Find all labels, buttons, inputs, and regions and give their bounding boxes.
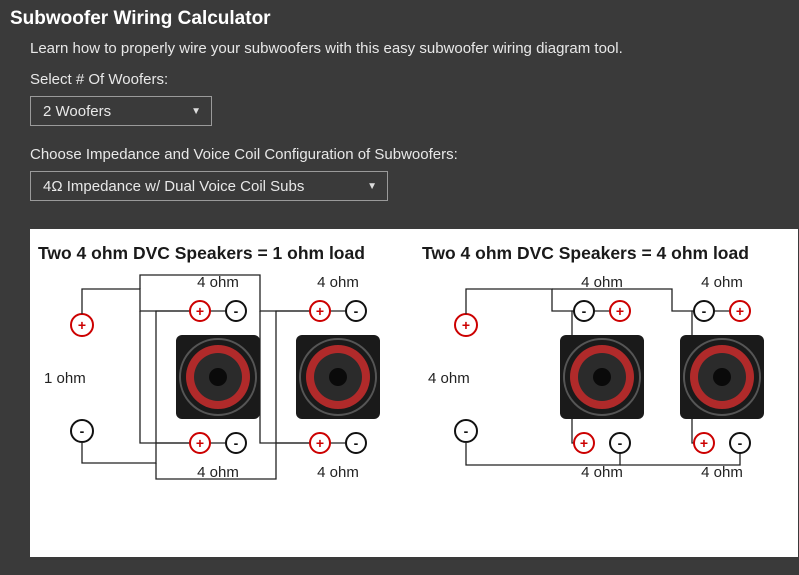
svg-text:+: +	[580, 435, 588, 451]
chevron-down-icon: ▼	[191, 106, 201, 117]
load-label: 1 ohm	[44, 370, 86, 387]
diagram-1ohm-title: Two 4 ohm DVC Speakers = 1 ohm load	[38, 243, 402, 264]
svg-text:-: -	[582, 303, 587, 319]
svg-text:+: +	[616, 303, 624, 319]
svg-text:+: +	[462, 317, 470, 333]
impedance-label: Choose Impedance and Voice Coil Configur…	[30, 146, 799, 163]
svg-text:+: +	[196, 435, 204, 451]
diagram-4ohm-title: Two 4 ohm DVC Speakers = 4 ohm load	[422, 243, 786, 264]
svg-text:4 ohm: 4 ohm	[317, 464, 359, 481]
svg-text:+: +	[736, 303, 744, 319]
impedance-select[interactable]: 4Ω Impedance w/ Dual Voice Coil Subs ▼	[30, 171, 388, 201]
intro-text: Learn how to properly wire your subwoofe…	[30, 40, 799, 57]
svg-text:+: +	[316, 303, 324, 319]
svg-text:+: +	[316, 435, 324, 451]
svg-text:+: +	[196, 303, 204, 319]
svg-text:-: -	[618, 435, 623, 451]
svg-text:4 ohm: 4 ohm	[317, 274, 359, 291]
woofer-count-select[interactable]: 2 Woofers ▼	[30, 96, 212, 126]
wiring-diagram: Two 4 ohm DVC Speakers = 1 ohm load + - …	[30, 229, 798, 557]
diagram-1ohm: Two 4 ohm DVC Speakers = 1 ohm load + - …	[38, 243, 402, 483]
diagram-4ohm: Two 4 ohm DVC Speakers = 4 ohm load + - …	[422, 243, 786, 483]
svg-text:+: +	[78, 317, 86, 333]
svg-text:-: -	[80, 423, 85, 439]
page-title: Subwoofer Wiring Calculator	[10, 8, 789, 30]
load-label: 4 ohm	[428, 370, 470, 387]
svg-text:+: +	[700, 435, 708, 451]
woofer-count-value: 2 Woofers	[43, 103, 111, 120]
svg-text:-: -	[234, 303, 239, 319]
svg-text:4 ohm: 4 ohm	[701, 274, 743, 291]
svg-text:4 ohm: 4 ohm	[581, 464, 623, 481]
svg-text:4 ohm: 4 ohm	[701, 464, 743, 481]
svg-text:-: -	[354, 435, 359, 451]
svg-text:4 ohm: 4 ohm	[197, 274, 239, 291]
svg-text:-: -	[702, 303, 707, 319]
chevron-down-icon: ▼	[367, 181, 377, 192]
svg-text:-: -	[234, 435, 239, 451]
svg-text:-: -	[464, 423, 469, 439]
svg-text:-: -	[354, 303, 359, 319]
svg-text:-: -	[738, 435, 743, 451]
woofer-count-label: Select # Of Woofers:	[30, 71, 799, 88]
impedance-value: 4Ω Impedance w/ Dual Voice Coil Subs	[43, 178, 304, 195]
